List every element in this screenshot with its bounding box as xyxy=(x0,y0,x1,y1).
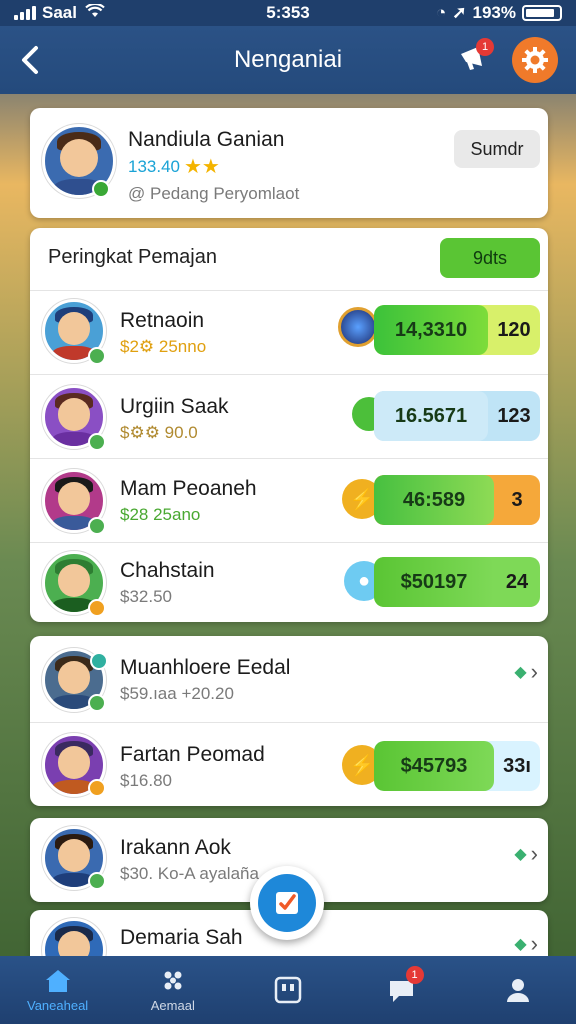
profile-card: Nandiula Ganian 133.40 ★★ @ Pedang Peryo… xyxy=(30,108,548,218)
edit-check-icon xyxy=(276,892,298,914)
online-status-icon xyxy=(88,347,106,365)
player-sub: $2⚙ 25nno xyxy=(120,337,207,356)
tab-board[interactable] xyxy=(230,956,345,1024)
player-score-bar: 14,3310 120 xyxy=(374,305,540,355)
player-name: Fartan Peomad xyxy=(120,743,265,766)
grid-icon xyxy=(164,971,182,989)
row-chevron-button[interactable]: ◆ › xyxy=(498,836,538,872)
online-status-icon xyxy=(92,180,110,198)
friends-card: Muanhloere Eedal $59.ıaa +20.20 ◆ › Fart… xyxy=(30,636,548,806)
profile-score: 133.40 xyxy=(128,156,180,176)
leaderboard-title: Peringkat Pemajan xyxy=(48,246,217,268)
battery-icon xyxy=(522,5,562,21)
notification-button[interactable]: 1 xyxy=(454,38,494,78)
player-score-bar: 46:589 3 xyxy=(374,475,540,525)
player-name: Urgiin Saak xyxy=(120,395,229,418)
back-button[interactable] xyxy=(0,26,60,94)
floating-action-button[interactable] xyxy=(250,866,324,940)
compass-icon xyxy=(338,307,378,347)
player-score: 14,3310 xyxy=(374,305,488,355)
status-time: 5:353 xyxy=(266,3,310,22)
leaderboard-filter-button[interactable]: 9dts xyxy=(440,238,540,278)
leaderboard-row[interactable]: Mam Peoaneh $28 25ano ⚡ 46:589 3 xyxy=(30,458,548,542)
player-score: 46:589 xyxy=(374,475,494,525)
player-score-bar: $45793 33ı xyxy=(374,741,540,791)
tab-home[interactable]: Vaneaheal xyxy=(0,956,115,1024)
online-status-icon xyxy=(88,517,106,535)
player-name: Retnaoin xyxy=(120,309,205,332)
gem-icon: ◆ xyxy=(514,664,527,681)
player-sub: $59.ıaa +20.20 xyxy=(120,684,234,703)
player-sub: $⚙⚙ 90.0 xyxy=(120,423,198,442)
status-bar: Saal 5:353 ◔ ➚ 193% xyxy=(0,0,576,26)
player-name: Irakann Aok xyxy=(120,836,231,859)
profile-name: Nandiula Ganian xyxy=(128,128,285,151)
profile-icon xyxy=(507,979,530,1002)
star-icon: ★★ xyxy=(184,156,220,178)
player-rank: 120 xyxy=(497,318,531,341)
board-icon xyxy=(274,976,302,1004)
list-item[interactable]: Muanhloere Eedal $59.ıaa +20.20 ◆ › xyxy=(30,636,548,720)
tab-chat[interactable]: 1 xyxy=(346,956,461,1024)
player-name: Muanhloere Eedal xyxy=(120,656,291,679)
notification-badge: 1 xyxy=(476,38,494,56)
leaderboard-card: Peringkat Pemajan 9dts Retnaoin $2⚙ 25nn… xyxy=(30,228,548,622)
player-rank: 123 xyxy=(497,404,531,427)
tab-label: Vaneaheal xyxy=(26,997,89,1013)
chevron-left-icon xyxy=(22,46,38,74)
tab-profile[interactable] xyxy=(461,956,576,1024)
gem-icon: ◆ xyxy=(514,846,527,863)
chat-badge: 1 xyxy=(405,966,424,984)
player-score: 16.5671 xyxy=(374,391,488,441)
tab-grid[interactable]: Aemaal xyxy=(115,956,230,1024)
online-status-icon xyxy=(88,599,106,617)
bottom-tab-bar: Vaneaheal Aemaal 1 xyxy=(0,956,576,1024)
player-name: Demaria Sah xyxy=(120,926,243,949)
nav-bar: Nenganiai 1 xyxy=(0,26,576,94)
profile-action-button[interactable]: Sumdr xyxy=(454,130,540,168)
leaderboard-row[interactable]: Retnaoin $2⚙ 25nno 14,3310 120 xyxy=(30,290,548,374)
tab-label: Aemaal xyxy=(150,997,195,1013)
player-sub: $30. Ko-A ayalaña... xyxy=(120,864,274,883)
player-score: $45793 xyxy=(374,741,494,791)
player-score-bar: $50197 24 xyxy=(374,557,540,607)
chevron-right-icon: › xyxy=(530,931,538,956)
player-name: Mam Peoaneh xyxy=(120,477,257,500)
chevron-right-icon: › xyxy=(530,841,538,866)
chevron-right-icon: › xyxy=(530,659,538,684)
gear-icon xyxy=(522,47,548,73)
online-status-icon xyxy=(90,652,108,670)
player-sub: $16.80 xyxy=(120,771,172,790)
player-sub: $28 25ano xyxy=(120,505,201,524)
row-chevron-button[interactable]: ◆ › xyxy=(498,654,538,690)
home-icon xyxy=(45,969,70,992)
player-name: Chahstain xyxy=(120,559,215,582)
leaderboard-row[interactable]: Urgiin Saak $⚙⚙ 90.0 16.5671 123 xyxy=(30,374,548,458)
online-status-icon xyxy=(88,779,106,797)
leaderboard-row[interactable]: Chahstain $32.50 ● $50197 24 xyxy=(30,542,548,622)
online-status-icon xyxy=(88,872,106,890)
player-sub: $32.50 xyxy=(120,587,172,606)
player-score-bar: 16.5671 123 xyxy=(374,391,540,441)
settings-button[interactable] xyxy=(512,37,558,83)
player-rank: 33ı xyxy=(503,754,531,777)
online-status-icon xyxy=(88,433,106,451)
player-rank: 3 xyxy=(511,488,523,511)
gem-icon: ◆ xyxy=(514,936,527,953)
player-rank: 24 xyxy=(505,570,529,593)
profile-subtitle: @ Pedang Peryomlaot xyxy=(128,184,300,203)
player-score: $50197 xyxy=(374,557,494,607)
online-status-icon xyxy=(88,694,106,712)
list-item[interactable]: Fartan Peomad $16.80 ⚡ $45793 33ı xyxy=(30,722,548,806)
